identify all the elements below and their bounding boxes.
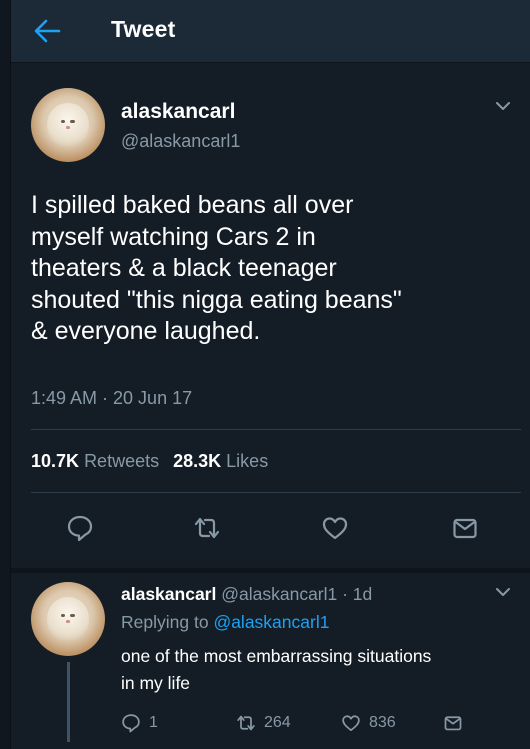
top-bar: Tweet [11, 0, 530, 63]
envelope-icon[interactable] [451, 514, 479, 542]
tweet-text-line: myself watching Cars 2 in [31, 222, 316, 251]
reply-text: one of the most embarrassing situations … [121, 643, 521, 697]
speech-bubble-icon [122, 714, 140, 733]
section-divider [11, 568, 530, 573]
tweet-text-line: theaters & a black teenager [31, 254, 337, 282]
reply-author-handle[interactable]: @alaskancarl1 · 1d [221, 584, 372, 604]
reply-avatar[interactable] [31, 582, 105, 656]
retweets-count: 10.7K [31, 451, 80, 471]
likes-label: Likes [226, 451, 269, 471]
tweet-text-line: I spilled baked beans all over [31, 191, 354, 219]
likes-count: 28.3K [173, 451, 222, 471]
chevron-down-icon[interactable] [493, 582, 513, 602]
envelope-icon [444, 716, 462, 731]
reply-header: alaskancarl @alaskancarl1 · 1d [121, 584, 372, 605]
chevron-down-icon[interactable] [493, 96, 513, 116]
replying-to: Replying to @alaskancarl1 [121, 612, 329, 633]
reply-text-line: in my life [121, 673, 191, 693]
tweet-detail-screen: Tweet alaskancarl @alaskancarl1 I spille… [10, 0, 530, 749]
arrow-left-icon[interactable] [33, 18, 61, 44]
page-title: Tweet [111, 16, 176, 42]
tweet-timestamp: 1:49 AM · 20 Jun 17 [31, 388, 193, 408]
retweets-stat[interactable]: 10.7K Retweets [31, 451, 159, 471]
reply-like-count: 836 [369, 714, 396, 731]
reply-retweet-count: 264 [264, 714, 291, 731]
tweet-text-line: shouted "this nigga eating beans" [31, 285, 402, 314]
divider [31, 492, 521, 493]
reply-retweet-button[interactable]: 264 [236, 712, 291, 734]
likes-stat[interactable]: 28.3K Likes [173, 451, 268, 471]
reply-like-button[interactable]: 836 [341, 712, 396, 734]
retweet-icon[interactable] [193, 514, 221, 542]
reply-text-line: one of the most embarrassing situations [121, 646, 432, 666]
reply-author-name[interactable]: alaskancarl [121, 584, 216, 604]
author-handle[interactable]: @alaskancarl1 [121, 131, 240, 152]
heart-icon [342, 715, 360, 731]
reply-count: 1 [149, 714, 158, 731]
thread-line [67, 662, 70, 742]
tweet-text-line: & everyone laughed. [31, 317, 261, 345]
heart-icon[interactable] [321, 514, 349, 542]
reply-message-button[interactable] [443, 712, 463, 734]
replying-mention-link[interactable]: @alaskancarl1 [213, 612, 329, 632]
tweet-text: I spilled baked beans all over myself wa… [31, 190, 521, 348]
retweet-icon [237, 715, 255, 731]
engagement-stats: 10.7K Retweets 28.3K Likes [31, 451, 268, 472]
avatar[interactable] [31, 88, 105, 162]
replying-prefix: Replying to [121, 612, 209, 632]
retweets-label: Retweets [84, 451, 160, 471]
speech-bubble-icon[interactable] [66, 514, 94, 542]
reply-reply-button[interactable]: 1 [121, 712, 158, 734]
author-name[interactable]: alaskancarl [121, 100, 235, 124]
divider [31, 429, 521, 430]
